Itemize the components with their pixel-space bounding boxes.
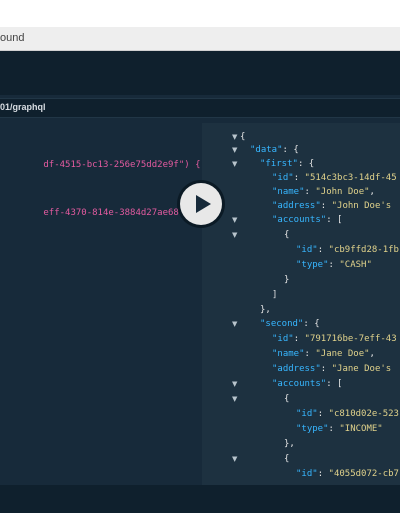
result-line: ] bbox=[272, 290, 278, 300]
endpoint-url[interactable]: 01/graphql bbox=[0, 102, 46, 112]
result-viewer[interactable]: ▼ { ▼ "data": { ▼ "first": { "id": "514c… bbox=[202, 123, 400, 485]
triangle-down-icon[interactable]: ▼ bbox=[232, 231, 237, 239]
result-line: "data": { bbox=[250, 145, 299, 155]
query-line: df-4515-bc13-256e75dd2e9f") { bbox=[43, 160, 201, 170]
triangle-down-icon[interactable]: ▼ bbox=[232, 395, 237, 403]
graphql-playground: 01/graphql df-4515-bc13-256e75dd2e9f") {… bbox=[0, 51, 400, 513]
triangle-down-icon[interactable]: ▼ bbox=[232, 455, 237, 463]
result-line: "accounts": [ bbox=[272, 215, 343, 225]
result-line: { bbox=[240, 132, 246, 142]
result-line: } bbox=[284, 275, 290, 285]
toolbar bbox=[0, 51, 400, 95]
result-line: "type": "INCOME" bbox=[296, 424, 383, 434]
triangle-down-icon[interactable]: ▼ bbox=[232, 380, 237, 388]
window-tab-title[interactable]: ound bbox=[0, 32, 24, 44]
triangle-down-icon[interactable]: ▼ bbox=[232, 320, 237, 328]
result-line: "type": "CASH" bbox=[296, 260, 372, 270]
result-line: }, bbox=[284, 439, 295, 449]
result-line: "first": { bbox=[260, 159, 315, 169]
screen: ound 01/graphql df-4515-bc13-256e75dd2e9… bbox=[0, 0, 400, 516]
play-icon bbox=[196, 195, 211, 213]
result-line: { bbox=[284, 394, 290, 404]
result-line: }, bbox=[260, 305, 271, 315]
bottom-panel-bar bbox=[0, 485, 400, 513]
result-line: "accounts": [ bbox=[272, 379, 343, 389]
result-line: "id": "791716be-7eff-43 bbox=[272, 334, 397, 344]
query-line: eff-4370-814e-3884d27ae682") { bbox=[43, 208, 206, 218]
result-line: "name": "John Doe", bbox=[272, 187, 375, 197]
result-line: "id": "cb9ffd28-1fb bbox=[296, 245, 399, 255]
triangle-down-icon[interactable]: ▼ bbox=[232, 133, 237, 141]
triangle-down-icon[interactable]: ▼ bbox=[232, 146, 237, 154]
result-line: "second": { bbox=[260, 319, 320, 329]
result-line: { bbox=[284, 230, 290, 240]
result-line: "address": "Jane Doe's bbox=[272, 364, 392, 374]
url-bar[interactable]: 01/graphql bbox=[0, 98, 400, 118]
result-line: "id": "c810d02e-523 bbox=[296, 409, 399, 419]
result-line: "address": "John Doe's bbox=[272, 201, 392, 211]
triangle-down-icon[interactable]: ▼ bbox=[232, 216, 237, 224]
result-line: "id": "514c3bc3-14df-45 bbox=[272, 173, 397, 183]
result-line: { bbox=[284, 454, 290, 464]
triangle-down-icon[interactable]: ▼ bbox=[232, 160, 237, 168]
result-line: "id": "4055d072-cb7 bbox=[296, 469, 399, 479]
query-editor[interactable]: df-4515-bc13-256e75dd2e9f") { eff-4370-8… bbox=[0, 123, 206, 513]
result-line: "name": "Jane Doe", bbox=[272, 349, 375, 359]
window-tab-bar: ound bbox=[0, 27, 400, 51]
run-query-button[interactable] bbox=[180, 183, 222, 225]
